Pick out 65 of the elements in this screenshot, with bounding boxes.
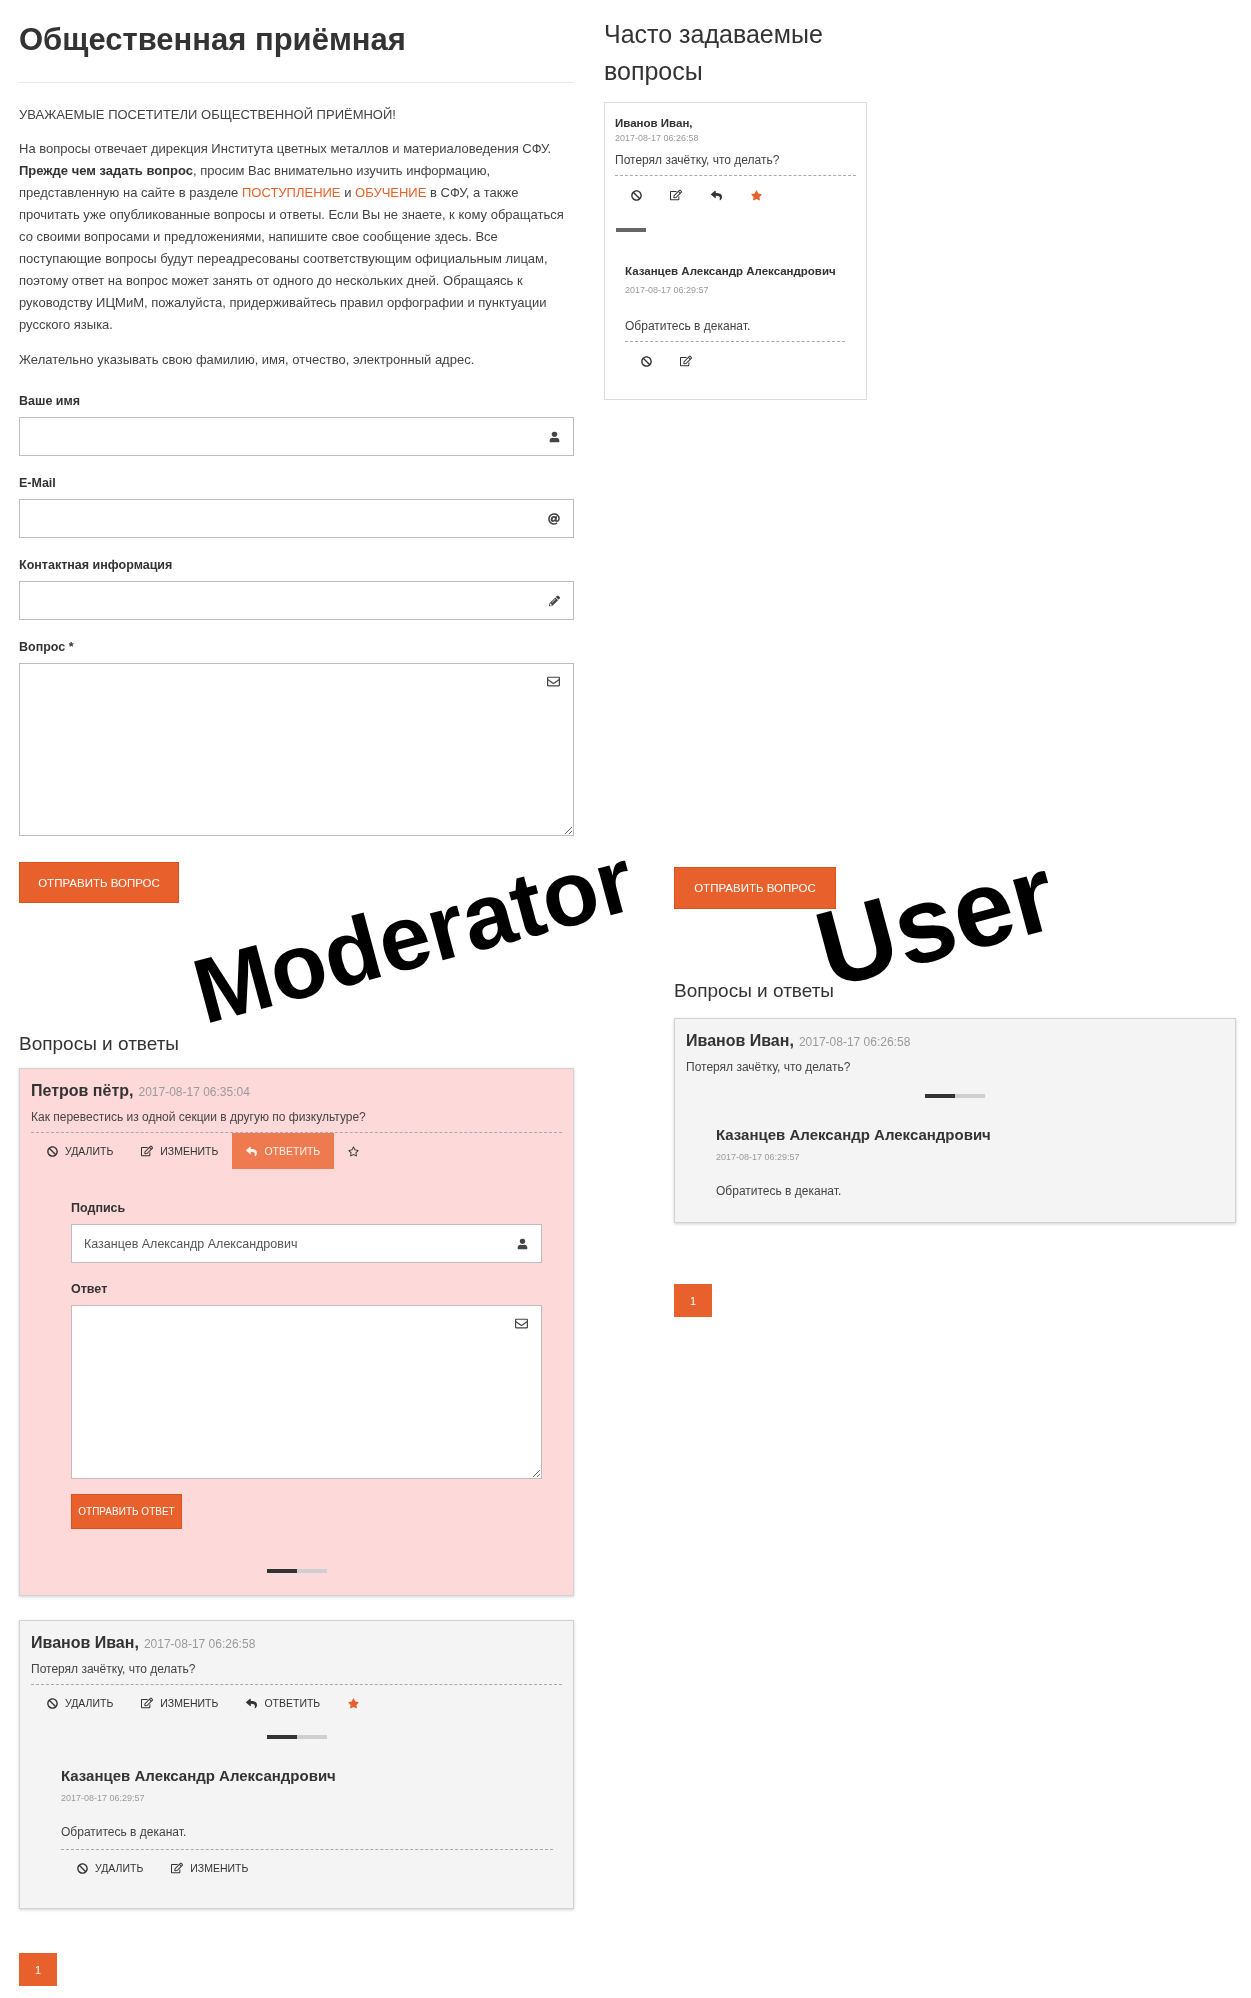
post-date: 2017-08-17 06:26:58 [143, 1636, 256, 1653]
field-label: Вопрос * [19, 639, 75, 656]
field-label: Ваше имя [19, 393, 82, 410]
delete-button[interactable]: УДАЛИТЬ [33, 1685, 128, 1721]
author-name: Иванов Иван, [686, 1031, 794, 1051]
edit-button[interactable]: ИЗМЕНИТЬ [157, 1850, 263, 1886]
textarea-field[interactable] [19, 663, 574, 836]
ban-icon [77, 1862, 88, 1874]
delete-button[interactable]: УДАЛИТЬ [63, 1850, 158, 1886]
field-label: Подпись [71, 1200, 127, 1217]
input-field[interactable]: Казанцев Александр Александрович [71, 1224, 542, 1263]
ban-icon [640, 355, 652, 367]
author-name: Иванов Иван, [31, 1633, 139, 1653]
at-sign-icon [548, 512, 560, 525]
question-text: Потерял зачётку, что делать? [31, 1661, 197, 1678]
answer-text: Обратитесь в деканат. [61, 1824, 188, 1841]
input-field[interactable] [19, 581, 574, 620]
field-label: Ответ [71, 1281, 109, 1298]
answer-author: Казанцев Александр Александрович [61, 1766, 337, 1786]
answer-date: 2017-08-17 06:29:57 [625, 284, 710, 296]
reply-button[interactable]: ОТВЕТИТЬ [232, 1685, 335, 1721]
reply-arrow-icon [710, 189, 722, 201]
reply-arrow-icon [246, 1145, 258, 1157]
separator-bar [925, 1094, 985, 1098]
answer-date: 2017-08-17 06:29:57 [716, 1151, 801, 1164]
answer-text: Обратитесь в деканат. [716, 1183, 843, 1200]
separator-bar [266, 1569, 327, 1573]
section-heading: Вопросы и ответы [19, 1032, 180, 1056]
field-label: Контактная информация [19, 557, 174, 574]
input-field[interactable] [19, 499, 574, 538]
question-text: Как перевестись из одной секции в другую по физкультуре? [31, 1109, 367, 1126]
edit-button[interactable]: ИЗМЕНИТЬ [127, 1133, 233, 1169]
post-date: 2017-08-17 06:26:58 [615, 132, 700, 144]
author-name: Иванов Иван, [615, 116, 694, 131]
person-icon [517, 1238, 528, 1249]
note-text: Желательно указывать свою фамилию, имя, отчество, электронный адрес. [19, 351, 476, 369]
faq-heading: Часто задаваемые вопросы [604, 19, 824, 87]
section-heading: Вопросы и ответы [674, 980, 834, 1003]
intro-paragraph: На вопросы отвечает дирекция Института цветных металлов и материаловедения СФУ. Прежде чем задать вопрос, просим Вас внимательно изучить информацию, представленную на сайте в разделе ПОСТУПЛЕНИЕ и ОБУЧЕНИЕ в СФУ, а также прочитать уже опубликованные вопросы и ответы. Если Вы не знаете, к кому обращаться со своими вопросами и предложениями, напишите свое сообщение здесь. Все поступающие вопросы будут переадресованы соответствующим официальным лицам, поэтому ответ на вопрос может занять от одного до нескольких дней. Обращаясь к руководству ИЦМиМ, пожалуйста, придерживайтесь правил орфографии и пунктуации русского языка. [19, 140, 565, 334]
field-label: E-Mail [19, 475, 57, 492]
ban-icon [47, 1697, 58, 1709]
answer-author: Казанцев Александр Александрович [625, 264, 837, 279]
pencil-icon [549, 595, 560, 606]
post-date: 2017-08-17 06:26:58 [798, 1034, 911, 1051]
envelope-icon [515, 1317, 528, 1330]
separator-bar [616, 228, 646, 232]
question-text: Потерял зачётку, что делать? [686, 1059, 852, 1076]
post-date: 2017-08-17 06:35:04 [138, 1084, 250, 1101]
answer-date: 2017-08-17 06:29:57 [61, 1792, 146, 1805]
question-text: Потерял зачётку, что делать? [615, 152, 781, 169]
edit-button[interactable]: ИЗМЕНИТЬ [127, 1685, 233, 1721]
reply-arrow-icon [246, 1697, 258, 1709]
ban-icon [47, 1145, 58, 1157]
input-field[interactable] [19, 417, 574, 456]
ban-icon [630, 189, 642, 201]
answer-text: Обратитесь в деканат. [625, 318, 752, 335]
person-icon [549, 431, 560, 442]
separator-bar [266, 1735, 327, 1739]
textarea-field[interactable] [71, 1305, 542, 1479]
delete-button[interactable]: УДАЛИТЬ [33, 1133, 128, 1169]
answer-author: Казанцев Александр Александрович [716, 1125, 992, 1145]
envelope-icon [547, 675, 560, 688]
greeting-text: УВАЖАЕМЫЕ ПОСЕТИТЕЛИ ОБЩЕСТВЕННОЙ ПРИЁМНОЙ! [19, 106, 397, 124]
author-name: Петров пётр, [31, 1081, 134, 1101]
page-title: Общественная приёмная [19, 21, 407, 59]
